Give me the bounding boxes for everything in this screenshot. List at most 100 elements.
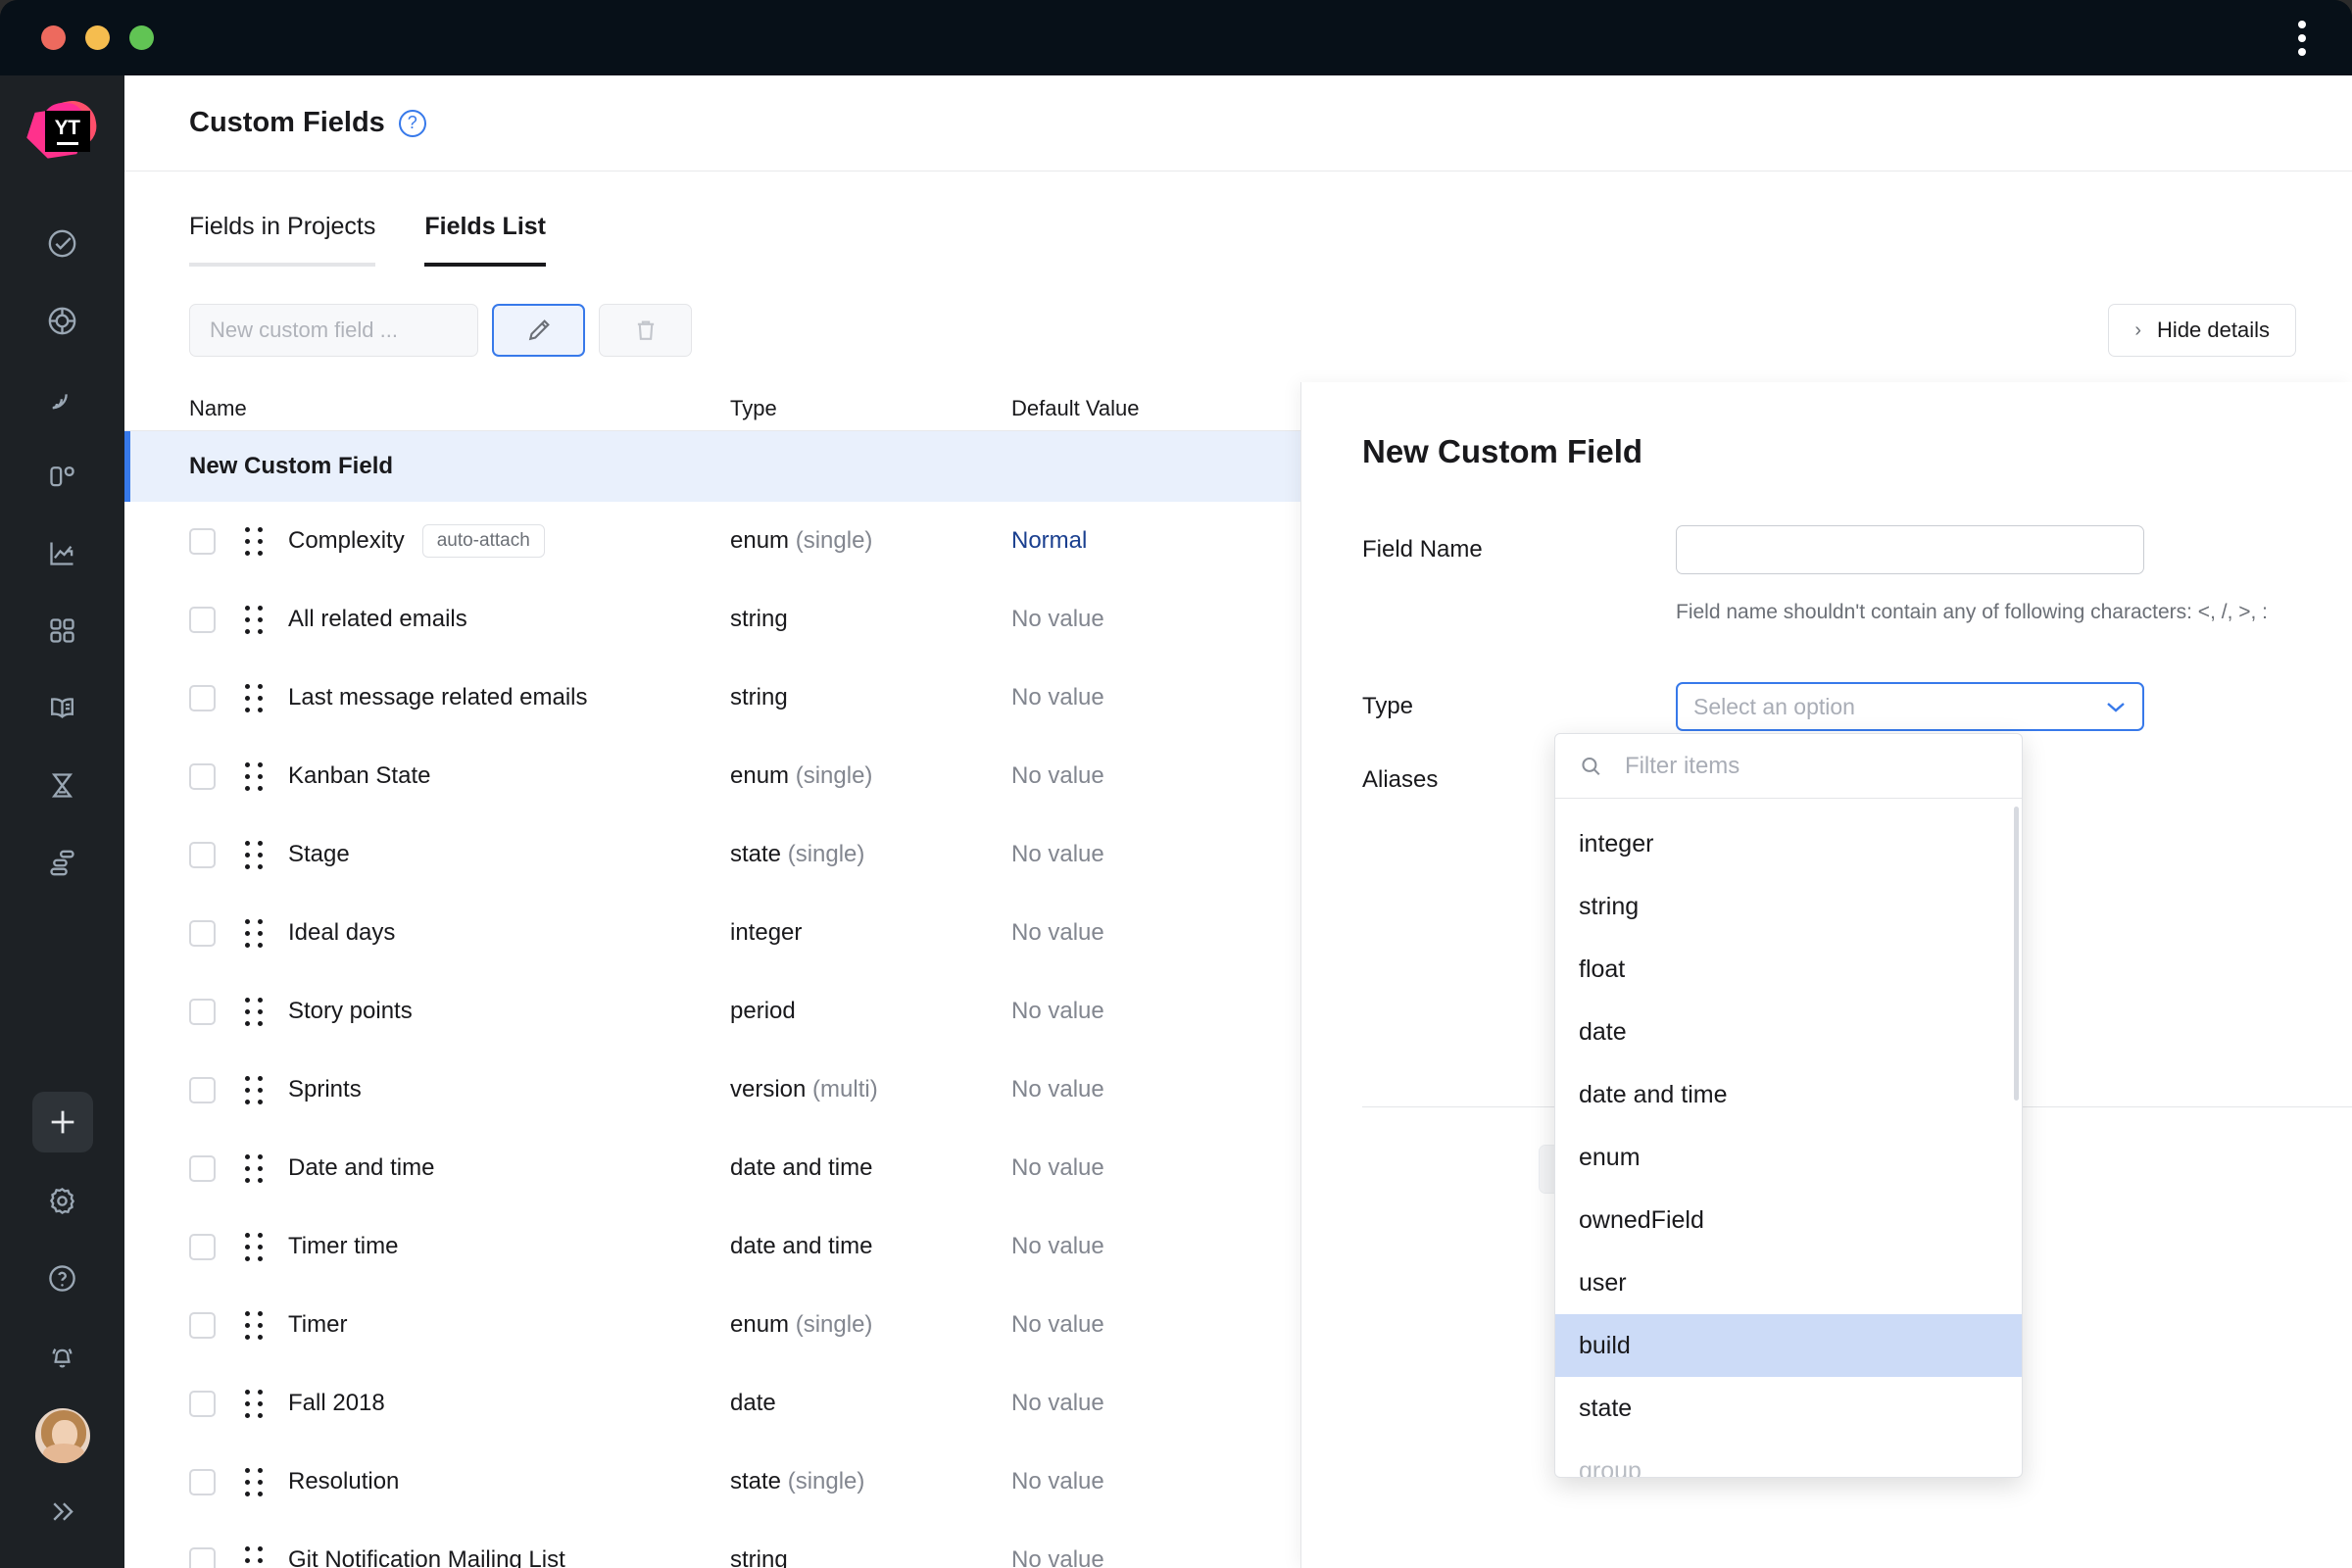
row-name-cell: Timer time: [124, 1232, 730, 1261]
row-name-cell: Ideal days: [124, 918, 730, 948]
row-type-label: date and time: [730, 1154, 873, 1181]
drag-handle-icon[interactable]: [245, 918, 267, 948]
drag-handle-icon[interactable]: [245, 1232, 267, 1261]
expand-sidebar-button[interactable]: [31, 1473, 94, 1550]
row-type-cardinality: (single): [795, 527, 873, 554]
user-avatar[interactable]: [34, 1408, 90, 1463]
row-checkbox[interactable]: [189, 998, 216, 1025]
column-header-type[interactable]: Type: [730, 396, 1011, 421]
sidebar-item-notifications[interactable]: [31, 1317, 94, 1395]
drag-handle-icon[interactable]: [245, 1153, 267, 1183]
drag-handle-icon[interactable]: [245, 605, 267, 634]
sidebar-item-apps[interactable]: [31, 592, 94, 669]
sidebar-item-settings[interactable]: [31, 1162, 94, 1240]
row-name-cell: Timer: [124, 1310, 730, 1340]
row-checkbox[interactable]: [189, 762, 216, 790]
plus-icon: [51, 1110, 74, 1134]
field-name-input[interactable]: [1676, 525, 2144, 574]
drag-handle-icon[interactable]: [245, 997, 267, 1026]
dropdown-option[interactable]: state: [1555, 1377, 2022, 1440]
dropdown-option[interactable]: build: [1555, 1314, 2022, 1377]
tab-fields-in-projects[interactable]: Fields in Projects: [189, 213, 376, 267]
app-window: YT Custom Fields ? Fields in Projects Fi…: [0, 0, 2352, 1568]
row-type-label: string: [730, 1546, 788, 1568]
row-type-cardinality: (multi): [812, 1076, 878, 1102]
new-custom-field-name: New Custom Field: [189, 453, 394, 479]
row-name-label: All related emails: [288, 606, 467, 632]
kebab-menu-icon[interactable]: [2298, 20, 2306, 56]
row-checkbox[interactable]: [189, 1390, 216, 1417]
row-type-cardinality: (single): [795, 762, 873, 789]
sidebar-nav: [31, 205, 94, 902]
youtrack-logo[interactable]: YT: [27, 97, 100, 172]
drag-handle-icon[interactable]: [245, 1310, 267, 1340]
drag-handle-icon[interactable]: [245, 761, 267, 791]
row-type-label: version: [730, 1076, 807, 1102]
row-type-label: string: [730, 684, 788, 710]
sidebar-item-reports[interactable]: [31, 437, 94, 514]
row-name-cell: Resolution: [124, 1467, 730, 1496]
dropdown-option[interactable]: float: [1555, 938, 2022, 1001]
dropdown-option[interactable]: string: [1555, 875, 2022, 938]
sidebar-item-time-tracking[interactable]: [31, 747, 94, 824]
create-button[interactable]: [31, 1092, 93, 1152]
sidebar-item-dashboards[interactable]: [31, 360, 94, 437]
drag-handle-icon[interactable]: [245, 1075, 267, 1104]
dropdown-option[interactable]: user: [1555, 1251, 2022, 1314]
drag-handle-icon[interactable]: [245, 526, 267, 556]
maximize-window-button[interactable]: [129, 25, 154, 50]
row-checkbox[interactable]: [189, 527, 216, 555]
new-custom-field-input[interactable]: [189, 304, 478, 357]
column-header-name[interactable]: Name: [124, 396, 730, 421]
row-checkbox[interactable]: [189, 1468, 216, 1495]
row-name-cell: Last message related emails: [124, 683, 730, 712]
drag-handle-icon[interactable]: [245, 1545, 267, 1568]
dropdown-option[interactable]: date: [1555, 1001, 2022, 1063]
row-checkbox[interactable]: [189, 1546, 216, 1568]
dropdown-option[interactable]: integer: [1555, 812, 2022, 875]
tab-fields-list[interactable]: Fields List: [424, 213, 546, 267]
delete-field-button[interactable]: [599, 304, 692, 357]
dropdown-option-list: integer string float date date and time enum o…: [1555, 799, 2022, 1478]
dropdown-option[interactable]: group: [1555, 1440, 2022, 1478]
pencil-icon: [528, 319, 550, 341]
type-select-value: Select an option: [1693, 693, 1855, 719]
row-checkbox[interactable]: [189, 1311, 216, 1339]
type-select[interactable]: Select an option: [1676, 682, 2144, 732]
edit-field-button[interactable]: [492, 304, 585, 357]
sidebar-item-help[interactable]: [31, 1240, 94, 1317]
close-window-button[interactable]: [41, 25, 66, 50]
sidebar-item-workflows[interactable]: [31, 824, 94, 902]
dropdown-scrollbar[interactable]: [2014, 807, 2019, 1101]
row-type-cell: string: [730, 1546, 1011, 1568]
dropdown-option[interactable]: enum: [1555, 1126, 2022, 1189]
row-checkbox[interactable]: [189, 1076, 216, 1103]
row-checkbox[interactable]: [189, 684, 216, 711]
type-label: Type: [1362, 693, 1414, 720]
drag-handle-icon[interactable]: [245, 1389, 267, 1418]
dropdown-option[interactable]: ownedField: [1555, 1189, 2022, 1251]
drag-handle-icon[interactable]: [245, 683, 267, 712]
row-name-label: Date and time: [288, 1154, 435, 1181]
row-type-label: enum: [730, 1311, 790, 1338]
row-type-cell: string: [730, 684, 1011, 711]
help-circle-icon[interactable]: ?: [398, 109, 426, 137]
row-type-label: period: [730, 998, 796, 1024]
drag-handle-icon[interactable]: [245, 1467, 267, 1496]
sidebar-item-charts[interactable]: [31, 514, 94, 592]
row-checkbox[interactable]: [189, 919, 216, 947]
sidebar-item-agile-boards[interactable]: [31, 282, 94, 360]
dropdown-option[interactable]: date and time: [1555, 1063, 2022, 1126]
sidebar-item-knowledge-base[interactable]: [31, 669, 94, 747]
sidebar-item-issues[interactable]: [31, 205, 94, 282]
bell-icon: [52, 1348, 73, 1368]
filter-items-input[interactable]: [1624, 752, 1998, 780]
hide-details-button[interactable]: › Hide details: [2108, 304, 2296, 357]
row-checkbox[interactable]: [189, 1154, 216, 1182]
row-checkbox[interactable]: [189, 841, 216, 868]
drag-handle-icon[interactable]: [245, 840, 267, 869]
row-checkbox[interactable]: [189, 1233, 216, 1260]
minimize-window-button[interactable]: [85, 25, 110, 50]
row-name-label: Sprints: [288, 1076, 362, 1102]
row-checkbox[interactable]: [189, 606, 216, 633]
